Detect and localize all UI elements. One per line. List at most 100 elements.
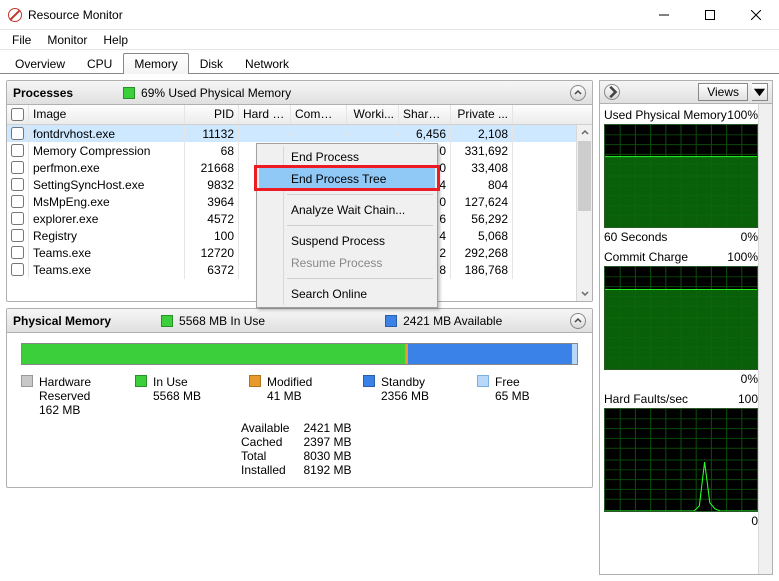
- graphs-scrollbar[interactable]: [758, 104, 772, 574]
- legend-free2: 65 MB: [495, 389, 530, 403]
- select-all-checkbox[interactable]: [11, 108, 24, 121]
- menu-file[interactable]: File: [4, 31, 39, 49]
- tab-cpu[interactable]: CPU: [76, 53, 123, 74]
- available-meta: 2421 MB Available: [403, 314, 502, 328]
- graph1-foot-r: 0%: [741, 230, 758, 244]
- stat-total-k: Total: [241, 449, 266, 463]
- views-button[interactable]: Views: [698, 83, 748, 101]
- graph3-title: Hard Faults/sec: [604, 392, 688, 406]
- scroll-up-icon[interactable]: [577, 125, 592, 141]
- graph1-right: 100%: [727, 108, 758, 122]
- ctx-search-online[interactable]: Search Online: [259, 283, 435, 305]
- collapse-button[interactable]: [570, 85, 586, 101]
- row-checkbox[interactable]: [11, 246, 24, 259]
- graph-hard-faults: [604, 408, 758, 512]
- ctx-end-process[interactable]: End Process: [259, 146, 435, 168]
- legend-inuse2: 5568 MB: [153, 389, 201, 403]
- table-row[interactable]: fontdrvhost.exe111326,4562,108: [7, 125, 592, 142]
- standby-icon: [363, 375, 375, 387]
- row-checkbox[interactable]: [11, 212, 24, 225]
- legend-inuse: In Use: [153, 375, 201, 389]
- col-hardfaults[interactable]: Hard F...: [239, 105, 291, 124]
- graph2-foot-r: 0%: [741, 372, 758, 386]
- col-pid[interactable]: PID: [185, 105, 239, 124]
- row-checkbox[interactable]: [11, 229, 24, 242]
- graphs-header: Views: [599, 80, 773, 104]
- ctx-end-process-tree[interactable]: End Process Tree: [259, 168, 435, 190]
- col-commit[interactable]: Commi...: [291, 105, 347, 124]
- legend-hw2: Reserved: [39, 389, 91, 403]
- legend-hw3: 162 MB: [39, 403, 91, 417]
- stat-available-k: Available: [241, 421, 289, 435]
- stat-cached-k: Cached: [241, 435, 282, 449]
- legend-mod: Modified: [267, 375, 312, 389]
- scroll-down-icon[interactable]: [577, 285, 592, 301]
- stat-installed-k: Installed: [241, 463, 286, 477]
- window-title: Resource Monitor: [28, 8, 641, 22]
- menu-bar: File Monitor Help: [0, 30, 779, 50]
- graph1-foot-l: 60 Seconds: [604, 230, 667, 244]
- available-icon: [385, 315, 397, 327]
- row-checkbox[interactable]: [11, 161, 24, 174]
- minimize-button[interactable]: [641, 0, 687, 30]
- graph2-title: Commit Charge: [604, 250, 688, 264]
- graph-commit-charge: [604, 266, 758, 370]
- physical-memory-panel: Physical Memory 5568 MB In Use 2421 MB A…: [6, 308, 593, 488]
- menu-monitor[interactable]: Monitor: [39, 31, 95, 49]
- ctx-suspend-process[interactable]: Suspend Process: [259, 230, 435, 252]
- inuse-icon: [161, 315, 173, 327]
- legend-hw: Hardware: [39, 375, 91, 389]
- row-checkbox[interactable]: [11, 178, 24, 191]
- row-checkbox[interactable]: [11, 263, 24, 276]
- processes-title: Processes: [13, 86, 73, 100]
- ctx-resume-process: Resume Process: [259, 252, 435, 274]
- title-bar: Resource Monitor: [0, 0, 779, 30]
- tab-network[interactable]: Network: [234, 53, 300, 74]
- col-shareable[interactable]: Sharea...: [399, 105, 451, 124]
- stat-cached-v: 2397 MB: [303, 435, 351, 449]
- graphs-container: Used Physical Memory100% 60 Seconds0% Co…: [599, 104, 773, 575]
- memory-bar: [21, 343, 578, 365]
- row-checkbox[interactable]: [11, 127, 24, 140]
- tab-overview[interactable]: Overview: [4, 53, 76, 74]
- collapse-button-2[interactable]: [570, 313, 586, 329]
- stat-total-v: 8030 MB: [303, 449, 351, 463]
- inuse-legend-icon: [135, 375, 147, 387]
- stat-available-v: 2421 MB: [303, 421, 351, 435]
- processes-meta: 69% Used Physical Memory: [141, 86, 291, 100]
- legend-standby2: 2356 MB: [381, 389, 429, 403]
- legend-mod2: 41 MB: [267, 389, 312, 403]
- menu-help[interactable]: Help: [95, 31, 136, 49]
- hw-reserved-icon: [21, 375, 33, 387]
- scroll-thumb[interactable]: [578, 141, 591, 211]
- inuse-meta: 5568 MB In Use: [179, 314, 265, 328]
- views-dropdown-icon[interactable]: [752, 83, 768, 101]
- context-menu: End Process End Process Tree Analyze Wai…: [256, 143, 438, 308]
- modified-icon: [249, 375, 261, 387]
- row-checkbox[interactable]: [11, 195, 24, 208]
- graph-used-memory: [604, 124, 758, 228]
- tab-memory[interactable]: Memory: [123, 53, 188, 74]
- col-image[interactable]: Image: [29, 105, 185, 124]
- row-checkbox[interactable]: [11, 144, 24, 157]
- graph3-foot-r: 0: [751, 514, 758, 528]
- table-header: Image PID Hard F... Commi... Worki... Sh…: [7, 105, 592, 125]
- close-button[interactable]: [733, 0, 779, 30]
- ctx-analyze-wait-chain[interactable]: Analyze Wait Chain...: [259, 199, 435, 221]
- graphs-collapse-button[interactable]: [604, 84, 620, 100]
- physical-title: Physical Memory: [13, 314, 111, 328]
- col-private[interactable]: Private ...: [451, 105, 513, 124]
- graph1-title: Used Physical Memory: [604, 108, 727, 122]
- tab-bar: Overview CPU Memory Disk Network: [0, 50, 779, 74]
- legend-standby: Standby: [381, 375, 429, 389]
- graph2-right: 100%: [727, 250, 758, 264]
- maximize-button[interactable]: [687, 0, 733, 30]
- app-icon: [8, 8, 22, 22]
- tab-disk[interactable]: Disk: [189, 53, 234, 74]
- col-working[interactable]: Worki...: [347, 105, 399, 124]
- free-icon: [477, 375, 489, 387]
- legend-free: Free: [495, 375, 530, 389]
- memory-usage-icon: [123, 87, 135, 99]
- graph3-right: 100: [738, 392, 758, 406]
- vertical-scrollbar[interactable]: [576, 125, 592, 301]
